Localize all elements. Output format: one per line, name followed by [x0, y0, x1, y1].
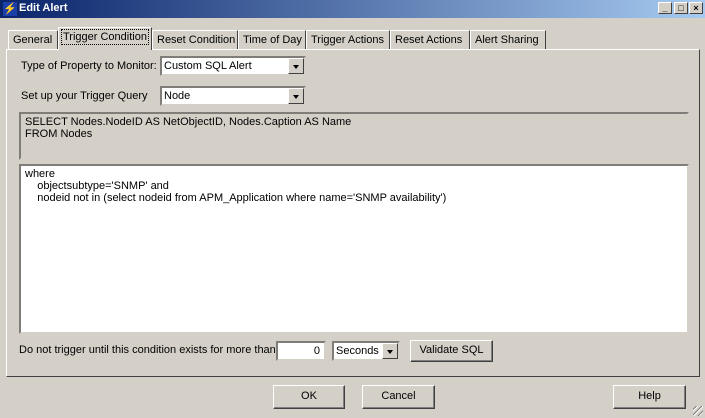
minimize-button[interactable]: _ — [658, 2, 672, 14]
delay-label: Do not trigger until this condition exis… — [19, 344, 276, 356]
delay-value-input[interactable]: 0 — [276, 341, 326, 361]
chevron-down-icon[interactable] — [288, 88, 304, 104]
resize-grip[interactable] — [693, 406, 703, 416]
help-button[interactable]: Help — [613, 385, 686, 409]
delay-unit-select[interactable]: Seconds — [332, 341, 400, 361]
app-icon: ⚡ — [3, 2, 17, 16]
tab-time-of-day[interactable]: Time of Day — [238, 30, 306, 49]
chevron-down-icon[interactable] — [382, 343, 398, 359]
close-button[interactable]: × — [689, 2, 703, 14]
ok-button[interactable]: OK — [273, 385, 345, 409]
property-type-select[interactable]: Custom SQL Alert — [160, 56, 306, 76]
tab-trigger-condition[interactable]: Trigger Condition — [58, 27, 152, 50]
trigger-query-select[interactable]: Node — [160, 86, 306, 106]
window-title: Edit Alert — [19, 2, 68, 14]
tab-trigger-actions[interactable]: Trigger Actions — [306, 30, 390, 49]
trigger-query-label: Set up your Trigger Query — [21, 90, 148, 102]
title-bar: ⚡ Edit Alert _ □ × — [0, 0, 705, 18]
chevron-down-icon[interactable] — [288, 58, 304, 74]
tab-alert-sharing[interactable]: Alert Sharing — [470, 30, 546, 49]
validate-sql-button[interactable]: Validate SQL — [410, 340, 493, 362]
tab-panel: Type of Property to Monitor: Custom SQL … — [6, 49, 700, 377]
tab-general[interactable]: General — [8, 30, 58, 49]
sql-select-text: SELECT Nodes.NodeID AS NetObjectID, Node… — [19, 112, 689, 160]
tab-reset-condition[interactable]: Reset Condition — [152, 30, 238, 49]
property-type-label: Type of Property to Monitor: — [21, 60, 157, 72]
cancel-button[interactable]: Cancel — [362, 385, 435, 409]
tab-reset-actions[interactable]: Reset Actions — [390, 30, 470, 49]
maximize-button[interactable]: □ — [674, 2, 688, 14]
sql-where-textarea[interactable]: where objectsubtype='SNMP' and nodeid no… — [19, 164, 689, 334]
